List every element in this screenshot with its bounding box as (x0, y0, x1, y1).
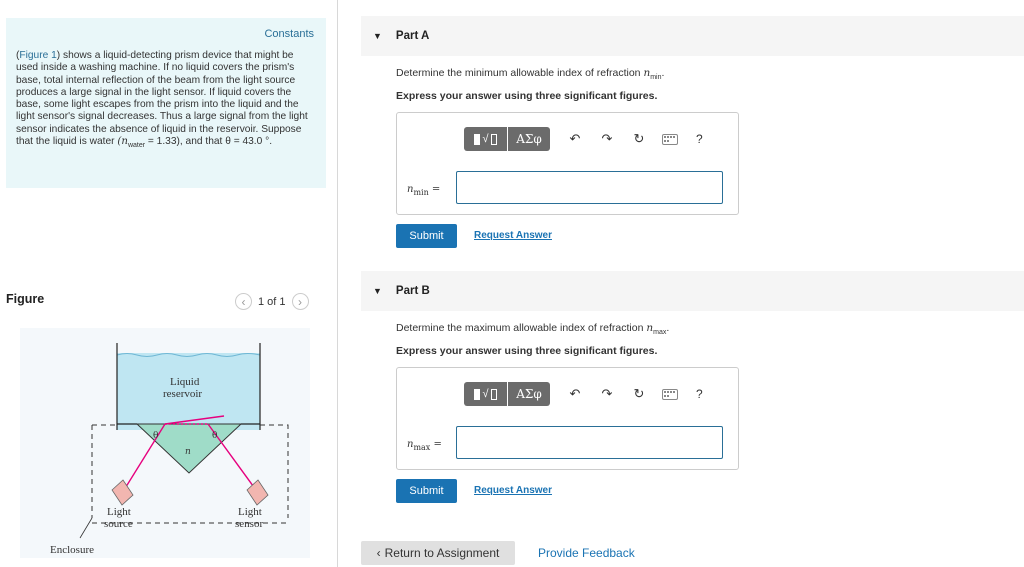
greek-button[interactable]: ΑΣφ (508, 382, 550, 406)
enclosure-label: Enclosure (50, 544, 94, 556)
undo-icon[interactable]: ↶ (568, 131, 582, 147)
reset-icon[interactable]: ↻ (632, 386, 646, 402)
redo-icon[interactable]: ↷ (600, 386, 614, 402)
help-icon[interactable]: ? (696, 132, 703, 146)
collapse-triangle-icon[interactable]: ▼ (373, 31, 382, 41)
chevron-right-icon[interactable]: › (291, 293, 309, 310)
prism-diagram: Liquid reservoir θ θ n Light source Ligh… (20, 328, 310, 558)
problem-text: (Figure 1) shows a liquid-detecting pris… (16, 50, 308, 150)
light-sensor-label-1: Light (238, 506, 262, 518)
constants-link[interactable]: Constants (16, 28, 316, 40)
part-a-express: Express your answer using three signific… (396, 90, 658, 102)
undo-icon[interactable]: ↶ (568, 386, 582, 402)
light-source-label-1: Light (107, 506, 131, 518)
keyboard-icon[interactable] (662, 133, 678, 145)
reset-icon[interactable]: ↻ (632, 131, 646, 147)
greek-button[interactable]: ΑΣφ (508, 127, 550, 151)
liquid-label-1: Liquid (170, 376, 200, 388)
part-b-express: Express your answer using three signific… (396, 345, 658, 357)
part-b-submit-button[interactable]: Submit (396, 479, 457, 503)
figure-link[interactable]: Figure 1 (19, 50, 56, 61)
part-a-toolbar: √ ΑΣφ ↶ ↷ ↻ ? (464, 127, 703, 151)
part-b-label: Part B (395, 285, 430, 297)
light-sensor-label-2: sensor (235, 518, 263, 530)
liquid-label-2: reservoir (163, 388, 202, 400)
templates-button[interactable]: √ (464, 127, 507, 151)
part-b-var-label: nmax = (407, 439, 442, 452)
part-a-var-label: nmin = (407, 184, 441, 197)
theta-right: θ (212, 431, 217, 441)
n-label: n (185, 447, 191, 457)
chevron-left-icon[interactable]: ‹ (235, 293, 252, 310)
part-a-submit-button[interactable]: Submit (396, 224, 457, 248)
part-b-request-answer-link[interactable]: Request Answer (474, 485, 552, 496)
left-panel: Constants (Figure 1) shows a liquid-dete… (0, 0, 338, 567)
collapse-triangle-icon[interactable]: ▼ (373, 286, 382, 296)
right-panel: ▼ Part A Determine the minimum allowable… (339, 0, 1024, 567)
templates-button[interactable]: √ (464, 382, 507, 406)
part-b-header[interactable]: ▼ Part B (361, 271, 1024, 311)
provide-feedback-link[interactable]: Provide Feedback (538, 546, 635, 560)
keyboard-icon[interactable] (662, 388, 678, 400)
help-icon[interactable]: ? (696, 387, 703, 401)
chevron-left-icon: ‹ (376, 546, 381, 560)
part-a-request-answer-link[interactable]: Request Answer (474, 230, 552, 241)
redo-icon[interactable]: ↷ (600, 131, 614, 147)
light-source-label-2: source (104, 518, 133, 530)
part-a-question: Determine the minimum allowable index of… (396, 67, 665, 82)
part-b-question: Determine the maximum allowable index of… (396, 322, 670, 337)
part-a-label: Part A (395, 30, 430, 42)
part-a-header[interactable]: ▼ Part A (361, 16, 1024, 56)
return-to-assignment-button[interactable]: ‹ Return to Assignment (361, 541, 515, 565)
figure-pager: ‹ 1 of 1 › (235, 293, 309, 310)
constants-panel: Constants (Figure 1) shows a liquid-dete… (6, 18, 326, 188)
part-b-answer-input[interactable] (456, 426, 723, 459)
theta-left: θ (153, 431, 158, 441)
part-b-toolbar: √ ΑΣφ ↶ ↷ ↻ ? (464, 382, 703, 406)
part-a-answer-box: √ ΑΣφ ↶ ↷ ↻ ? nmin = (396, 112, 739, 215)
pager-text: 1 of 1 (258, 295, 286, 308)
figure-heading: Figure (6, 292, 45, 306)
part-a-answer-input[interactable] (456, 171, 723, 204)
part-b-answer-box: √ ΑΣφ ↶ ↷ ↻ ? nmax = (396, 367, 739, 470)
